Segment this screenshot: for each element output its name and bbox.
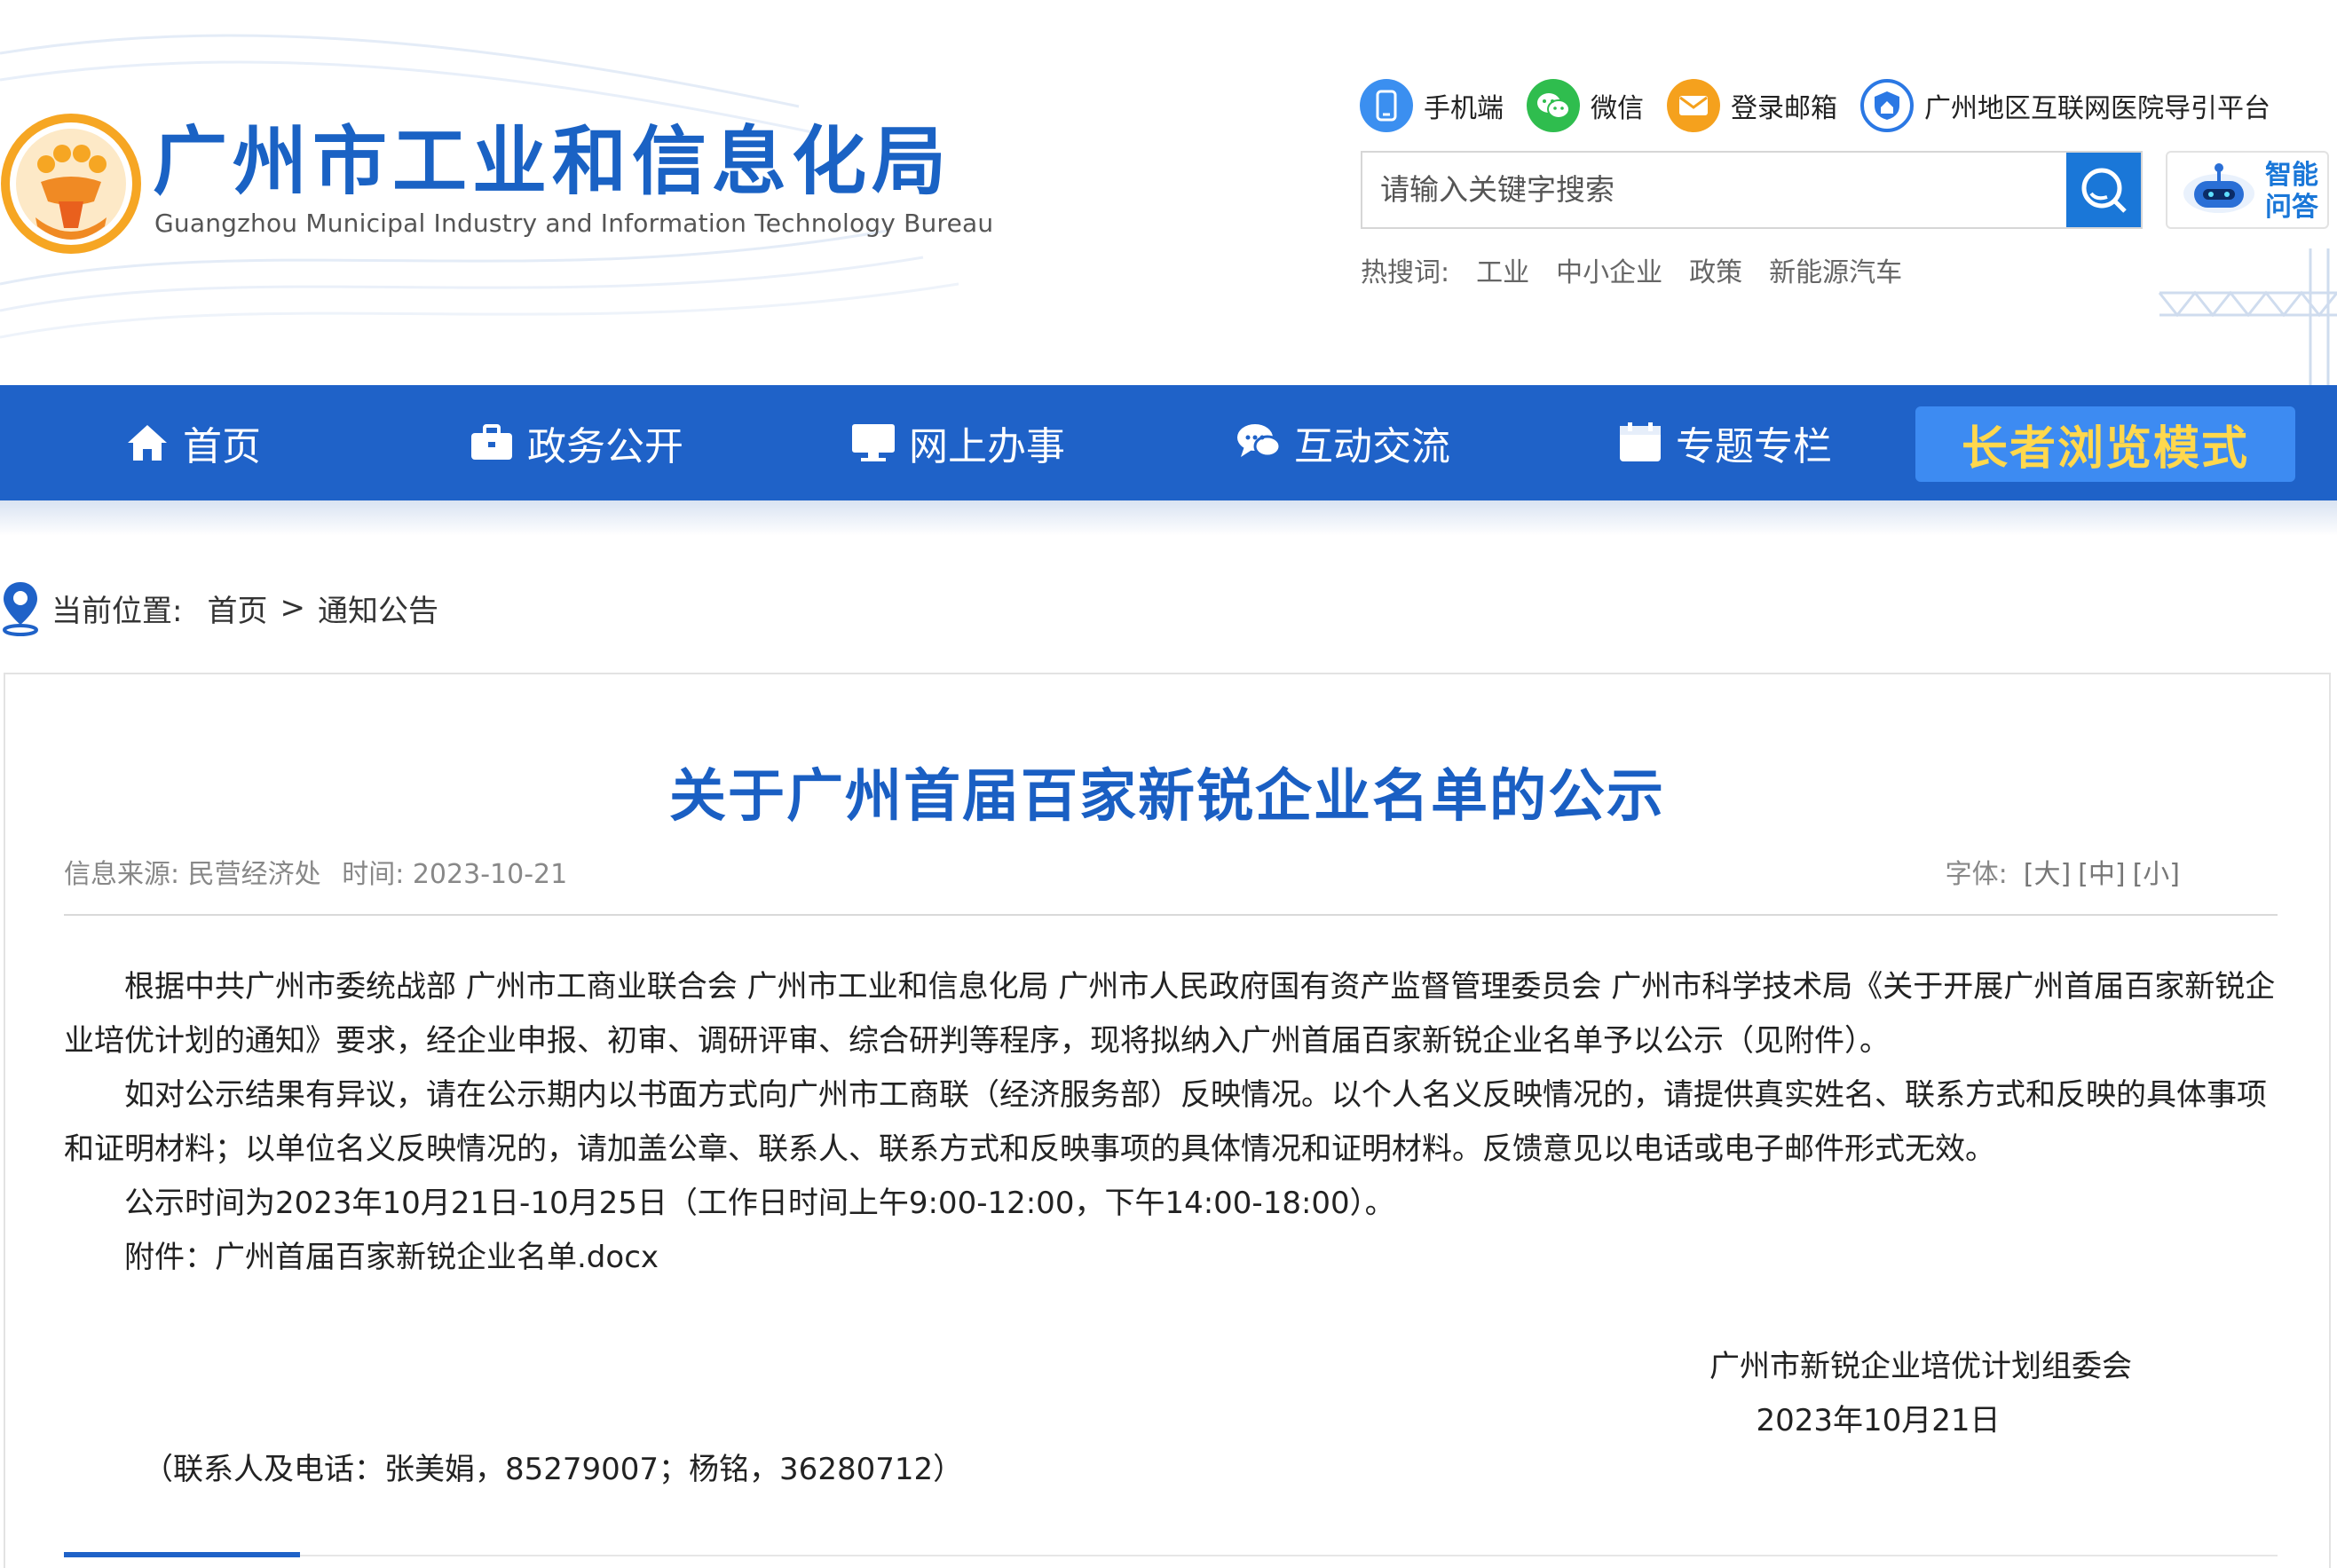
article-meta: 信息来源: 民营经济处 时间: 2023-10-21 — [64, 852, 580, 891]
search-box: 请输入关键字搜索 — [1361, 151, 2143, 229]
signature-date: 2023年10月21日 — [1756, 1403, 2001, 1438]
article-signature: 广州市新锐企业培优计划组委会 2023年10月21日 — [1709, 1340, 2132, 1448]
article-time: 时间: 2023-10-21 — [342, 859, 568, 890]
search-input[interactable]: 请输入关键字搜索 — [1380, 153, 1615, 227]
font-size-medium-button[interactable]: [中] — [2078, 852, 2125, 891]
hospital-shield-icon — [1860, 79, 1914, 132]
article-source: 信息来源: 民营经济处 — [64, 859, 321, 890]
attachment-label: 附件： — [124, 1240, 215, 1275]
crane-decoration-icon — [2158, 248, 2337, 385]
search-icon — [2081, 168, 2127, 213]
ai-assistant-button[interactable]: 智能问答 — [2166, 151, 2329, 229]
nav-item-special-topics[interactable]: 专题专栏 — [1617, 385, 1832, 500]
site-header: 广州市工业和信息化局 Guangzhou Municipal Industry … — [0, 0, 2337, 385]
bottom-divider-accent — [64, 1552, 300, 1557]
calendar-icon — [1617, 420, 1663, 466]
ai-assistant-label: 智能问答 — [2265, 160, 2318, 223]
mail-icon — [1667, 79, 1720, 132]
search-button[interactable] — [2066, 153, 2141, 227]
quick-link-label: 登录邮箱 — [1731, 93, 1837, 124]
article-paragraph: 公示时间为2023年10月21日-10月25日（工作日时间上午9:00-12:0… — [124, 1186, 1395, 1221]
font-size-label: 字体: — [1945, 859, 2008, 890]
hot-word-link[interactable]: 政策 — [1689, 250, 1742, 289]
hot-words: 热搜词: 工业 中小企业 政策 新能源汽车 — [1361, 250, 1929, 289]
nav-label: 政务公开 — [527, 424, 683, 469]
attachment-link[interactable]: 广州首届百家新锐企业名单.docx — [215, 1240, 659, 1275]
nav-label: 网上办事 — [909, 424, 1065, 469]
quick-link-label: 微信 — [1591, 93, 1644, 124]
breadcrumb: 当前位置: 首页 > 通知公告 — [0, 579, 451, 637]
hot-words-label: 热搜词: — [1361, 257, 1450, 288]
wechat-icon — [1527, 79, 1580, 132]
nav-item-home[interactable]: 首页 — [124, 385, 261, 500]
nav-item-online-services[interactable]: 网上办事 — [850, 385, 1065, 500]
quick-link-mobile[interactable]: 手机端 — [1360, 79, 1504, 132]
nav-label: 首页 — [183, 424, 261, 469]
bureau-logo-icon — [1, 114, 141, 254]
mobile-icon — [1360, 79, 1413, 132]
quick-link-hospital[interactable]: 广州地区互联网医院导引平台 — [1860, 79, 2270, 132]
font-size-large-button[interactable]: [大] — [2024, 852, 2071, 891]
article-panel: 关于广州首届百家新锐企业名单的公示 信息来源: 民营经济处 时间: 2023-1… — [4, 673, 2331, 1568]
bottom-divider — [64, 1555, 2278, 1556]
signature-org: 广州市新锐企业培优计划组委会 — [1709, 1349, 2132, 1384]
breadcrumb-current[interactable]: 通知公告 — [318, 587, 438, 630]
hot-word-link[interactable]: 中小企业 — [1556, 250, 1662, 289]
hot-word-link[interactable]: 新能源汽车 — [1769, 250, 1902, 289]
meta-divider — [64, 914, 2278, 916]
breadcrumb-home-link[interactable]: 首页 — [207, 587, 267, 630]
nav-shadow — [0, 500, 2337, 536]
quick-links: 手机端 微信 登录邮箱 广州地区互联网医院导引平台 — [1360, 77, 2294, 134]
home-icon — [124, 420, 170, 466]
breadcrumb-label: 当前位置: — [51, 593, 183, 629]
robot-icon — [2183, 163, 2254, 213]
quick-link-label: 手机端 — [1424, 93, 1504, 124]
nav-label: 互动交流 — [1294, 424, 1450, 469]
contact-info: （联系人及电话：张美娟，85279007；杨铭，36280712） — [143, 1452, 964, 1487]
nav-item-interaction[interactable]: 互动交流 — [1236, 385, 1450, 500]
article-body: 根据中共广州市委统战部 广州市工商业联合会 广州市工业和信息化局 广州市人民政府… — [64, 960, 2279, 1285]
quick-link-label: 广州地区互联网医院导引平台 — [1924, 93, 2270, 124]
monitor-icon — [850, 420, 896, 466]
quick-link-mail[interactable]: 登录邮箱 — [1667, 79, 1837, 132]
chat-icon — [1236, 420, 1282, 466]
site-title[interactable]: 广州市工业和信息化局 — [153, 124, 951, 199]
font-size-small-button[interactable]: [小] — [2133, 852, 2180, 891]
location-pin-icon — [3, 582, 38, 636]
site-subtitle: Guangzhou Municipal Industry and Informa… — [154, 209, 994, 238]
breadcrumb-separator: > — [280, 590, 305, 626]
article-title: 关于广州首届百家新锐企业名单的公示 — [669, 764, 1665, 830]
hot-word-link[interactable]: 工业 — [1476, 250, 1529, 289]
attachment-line: 附件：广州首届百家新锐企业名单.docx — [64, 1231, 2279, 1285]
quick-link-wechat[interactable]: 微信 — [1527, 79, 1644, 132]
article-paragraph: 根据中共广州市委统战部 广州市工商业联合会 广州市工业和信息化局 广州市人民政府… — [64, 969, 2276, 1059]
briefcase-icon — [469, 420, 515, 466]
article-paragraph: 如对公示结果有异议，请在公示期内以书面方式向广州市工商联（经济服务部）反映情况。… — [64, 1077, 2267, 1167]
elder-mode-button[interactable]: 长者浏览模式 — [1915, 406, 2295, 482]
nav-item-government-affairs[interactable]: 政务公开 — [469, 385, 683, 500]
nav-label: 专题专栏 — [1676, 424, 1832, 469]
font-size-switcher: 字体: [大] [中] [小] — [1930, 852, 2180, 891]
